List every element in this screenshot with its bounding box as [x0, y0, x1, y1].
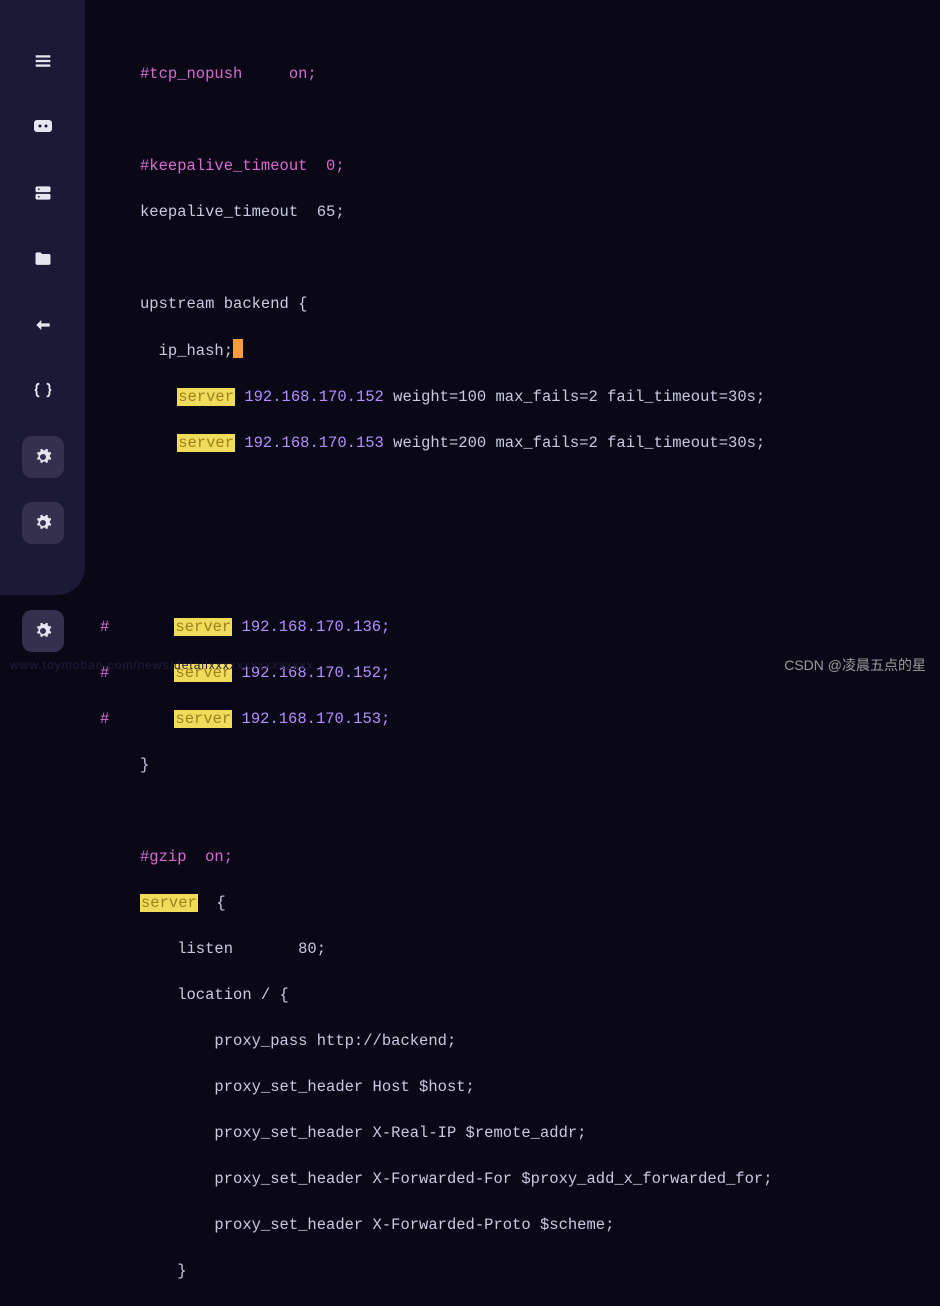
gear-icon-3[interactable] — [22, 610, 64, 652]
highlight: server — [140, 894, 198, 912]
server-icon[interactable] — [22, 172, 64, 214]
folder-icon[interactable] — [22, 238, 64, 280]
chat-icon[interactable] — [22, 106, 64, 148]
code-text: 192.168.170.153; — [232, 710, 390, 728]
highlight: server — [174, 618, 232, 636]
cursor — [233, 339, 243, 358]
code-text: proxy_set_header X-Forwarded-For $proxy_… — [140, 1170, 773, 1188]
code-text: } — [140, 1262, 187, 1280]
code-text: # — [100, 618, 174, 636]
code-text: proxy_pass http://backend; — [140, 1032, 456, 1050]
code-text: proxy_set_header Host $host; — [140, 1078, 475, 1096]
gear-icon-1[interactable] — [22, 436, 64, 478]
code-text: # — [100, 710, 174, 728]
code-text: { — [198, 894, 226, 912]
code-text: weight=100 max_fails=2 fail_timeout=30s; — [384, 388, 765, 406]
code-text: weight=200 max_fails=2 fail_timeout=30s; — [384, 434, 765, 452]
code-text: proxy_set_header X-Forwarded-Proto $sche… — [140, 1216, 614, 1234]
highlight: server — [174, 710, 232, 728]
code-text: location / { — [140, 986, 289, 1004]
menu-icon[interactable] — [22, 40, 64, 82]
highlight: server — [177, 434, 235, 452]
code-text: upstream backend { — [140, 295, 307, 313]
code-text: ip_hash; — [140, 342, 233, 360]
code-text: #tcp_nopush on; — [140, 65, 317, 83]
code-text: keepalive_timeout — [140, 203, 317, 221]
code-text: } — [140, 756, 149, 774]
code-text: listen 80; — [140, 940, 326, 958]
code-text: #keepalive_timeout 0; — [140, 157, 345, 175]
code-text: 192.168.170.153 — [235, 434, 384, 452]
braces-icon[interactable] — [22, 370, 64, 412]
watermark: CSDN @凌晨五点的星 — [784, 654, 926, 677]
highlight: server — [177, 388, 235, 406]
code-text: 192.168.170.136; — [232, 618, 390, 636]
code-text: 65; — [317, 203, 345, 221]
arrow-icon[interactable] — [22, 304, 64, 346]
code-editor[interactable]: #tcp_nopush on; #keepalive_timeout 0; ke… — [85, 0, 940, 685]
code-text: 192.168.170.152 — [235, 388, 384, 406]
sidebar — [0, 0, 85, 595]
footer-text: www.toymoban.com/news/detailxxxxxxxxxxxx… — [10, 654, 314, 677]
code-text: #gzip on; — [140, 848, 233, 866]
gear-icon-2[interactable] — [22, 502, 64, 544]
code-text: proxy_set_header X-Real-IP $remote_addr; — [140, 1124, 586, 1142]
